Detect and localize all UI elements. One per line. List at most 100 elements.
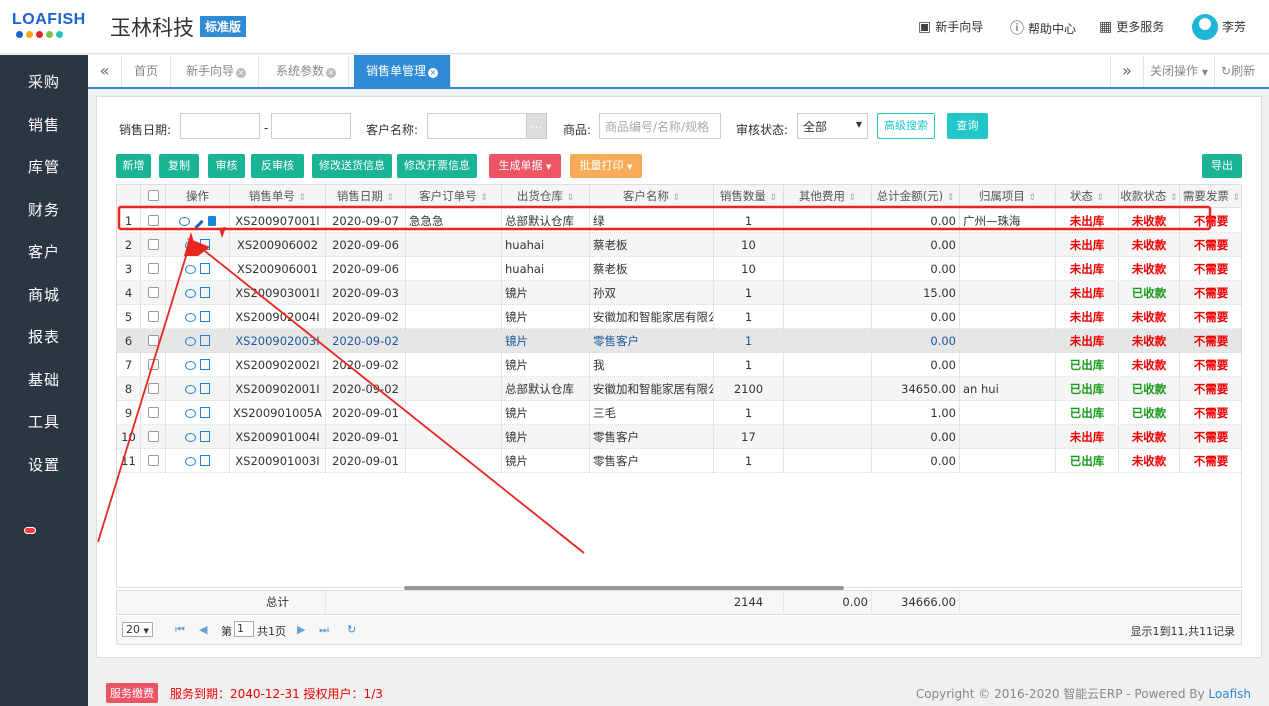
calendar-icon[interactable]: [200, 407, 210, 418]
checkbox[interactable]: [147, 215, 159, 226]
prev-page-icon[interactable]: ◀: [199, 623, 207, 636]
goods-search-input[interactable]: 商品编号/名称/规格: [599, 113, 721, 139]
comment-icon[interactable]: [185, 241, 196, 250]
comment-icon[interactable]: [185, 385, 196, 394]
row-checkbox[interactable]: [141, 377, 166, 401]
sidebar-item-purchase[interactable]: 采购: [0, 61, 88, 104]
checkbox[interactable]: [147, 287, 159, 298]
col-customer-name[interactable]: 客户名称 ⇕: [590, 185, 714, 208]
calendar-icon[interactable]: [200, 455, 210, 466]
edit-icon[interactable]: [194, 219, 204, 230]
query-button[interactable]: 查询: [947, 113, 988, 139]
checkbox[interactable]: [147, 239, 159, 250]
first-page-icon[interactable]: ⏮: [175, 623, 185, 637]
tab-system-params[interactable]: 系统参数 ×: [264, 55, 350, 87]
checkbox[interactable]: [147, 263, 159, 274]
row-checkbox[interactable]: [141, 281, 166, 305]
close-icon[interactable]: ×: [428, 68, 439, 78]
comment-icon[interactable]: [179, 217, 190, 226]
table-row[interactable]: 3 XS200906001 2020-09-06 huahai 蔡老板 10 0.00 未出库…: [117, 257, 1241, 281]
comment-icon[interactable]: [185, 265, 196, 274]
checkbox[interactable]: [147, 407, 159, 418]
nav-guide-link[interactable]: ▣ 新手向导: [918, 18, 983, 35]
col-payment-status[interactable]: 收款状态 ⇕: [1119, 185, 1180, 208]
user-avatar[interactable]: [1192, 14, 1218, 40]
scroll-right-icon[interactable]: »: [1110, 55, 1144, 87]
checkbox[interactable]: [147, 455, 159, 466]
nav-more-services-link[interactable]: ▦ 更多服务: [1099, 18, 1164, 35]
close-operations-dropdown[interactable]: 关闭操作 ▼: [1144, 55, 1215, 87]
table-row[interactable]: 11 XS200901003I 2020-09-01 镜片 零售客户 1 0.00 已出库 未收…: [117, 449, 1241, 473]
calendar-icon[interactable]: [200, 311, 210, 322]
page-number-input[interactable]: 1: [234, 621, 254, 637]
checkbox[interactable]: [147, 431, 159, 442]
col-order-number[interactable]: 销售单号 ⇕: [230, 185, 326, 208]
reload-icon[interactable]: ↻: [347, 623, 356, 636]
table-row[interactable]: 9 XS200901005A 2020-09-01 镜片 三毛 1 1.00 已出库 已收款 不需…: [117, 401, 1241, 425]
sidebar-item-customer[interactable]: 客户: [0, 231, 88, 274]
col-total-amount[interactable]: 总计金额(元) ⇕: [872, 185, 960, 208]
page-size-select[interactable]: 20 ▼: [122, 622, 153, 637]
sidebar-item-reports[interactable]: 报表: [0, 316, 88, 359]
col-invoice-required[interactable]: 需要发票 ⇕: [1180, 185, 1241, 208]
table-row[interactable]: 5 XS200902004I2020-09-02 镜片安徽加和智能家居有限公司1 0.…: [117, 305, 1241, 329]
row-checkbox[interactable]: [141, 425, 166, 449]
sidebar-item-tools[interactable]: 工具: [0, 401, 88, 444]
close-icon[interactable]: ×: [326, 68, 337, 78]
row-checkbox[interactable]: [141, 329, 166, 353]
col-customer-order[interactable]: 客户订单号 ⇕: [406, 185, 502, 208]
refresh-button[interactable]: ↻刷新: [1215, 55, 1261, 87]
close-icon[interactable]: ×: [236, 68, 247, 78]
advanced-search-button[interactable]: 高级搜索: [877, 113, 935, 139]
table-row[interactable]: 8 XS200902001I2020-09-02 总部默认仓库安徽加和智能家居有限公…: [117, 377, 1241, 401]
sidebar-item-mall[interactable]: 商城: [0, 274, 88, 317]
calendar-icon[interactable]: [200, 287, 210, 298]
scroll-left-icon[interactable]: «: [88, 55, 122, 87]
audit-status-select[interactable]: 全部 ▼: [797, 113, 868, 139]
export-button[interactable]: 导出: [1202, 154, 1242, 178]
row-checkbox[interactable]: [141, 449, 166, 473]
unaudit-button[interactable]: 反审核: [251, 154, 304, 178]
tab-guide[interactable]: 新手向导 ×: [174, 55, 260, 87]
col-project[interactable]: 归属项目 ⇕: [960, 185, 1056, 208]
calendar-icon[interactable]: [200, 263, 210, 274]
table-row[interactable]: 2 XS200906002 2020-09-06 huahai 蔡老板 10 0.00 未出库…: [117, 233, 1241, 257]
table-row[interactable]: 6 XS200902003I 2020-09-02 镜片 零售客户 1 0.00 未出库 未收款…: [117, 329, 1241, 353]
col-sale-date[interactable]: 销售日期 ⇕: [326, 185, 406, 208]
sidebar-item-sales[interactable]: 销售: [0, 104, 88, 147]
comment-icon[interactable]: [185, 433, 196, 442]
next-page-icon[interactable]: ▶: [297, 623, 305, 636]
table-row[interactable]: 4 XS200903001I 2020-09-03 镜片 孙双 1 15.00 未出库 已收款不…: [117, 281, 1241, 305]
service-payment-button[interactable]: 服务缴费: [106, 683, 158, 703]
row-checkbox[interactable]: [141, 401, 166, 425]
last-page-icon[interactable]: ⏭: [319, 623, 329, 637]
sale-date-end-input[interactable]: [271, 113, 351, 139]
sidebar-item-basic[interactable]: 基础: [0, 359, 88, 402]
delete-icon[interactable]: [208, 216, 216, 226]
sale-date-start-input[interactable]: [180, 113, 260, 139]
sidebar-item-settings[interactable]: 设置: [0, 444, 88, 487]
calendar-icon[interactable]: [200, 335, 210, 346]
row-checkbox[interactable]: [141, 353, 166, 377]
comment-icon[interactable]: [185, 289, 196, 298]
row-checkbox[interactable]: [141, 305, 166, 329]
calendar-icon[interactable]: [200, 383, 210, 394]
row-checkbox[interactable]: [141, 257, 166, 281]
checkbox[interactable]: [147, 383, 159, 394]
generate-document-button[interactable]: 生成单据 ▼: [489, 154, 561, 178]
edit-invoice-info-button[interactable]: 修改开票信息: [397, 154, 477, 178]
copy-button[interactable]: 复制: [159, 154, 199, 178]
table-row[interactable]: 1 XS200907001I 2020-09-07 急急急 总部默认仓库绿 1 0.00 广州…: [117, 209, 1241, 233]
comment-icon[interactable]: [185, 409, 196, 418]
col-status[interactable]: 状态 ⇕: [1056, 185, 1119, 208]
col-quantity[interactable]: 销售数量 ⇕: [714, 185, 784, 208]
comment-icon[interactable]: [185, 337, 196, 346]
row-checkbox[interactable]: [141, 209, 166, 233]
table-row[interactable]: 10 XS200901004I 2020-09-01 镜片 零售客户 17 0.00 未出库未…: [117, 425, 1241, 449]
new-button[interactable]: 新增: [116, 154, 151, 178]
calendar-icon[interactable]: [200, 239, 210, 250]
comment-icon[interactable]: [185, 457, 196, 466]
calendar-icon[interactable]: [200, 359, 210, 370]
select-all-checkbox[interactable]: [141, 185, 166, 208]
checkbox[interactable]: [147, 359, 159, 370]
